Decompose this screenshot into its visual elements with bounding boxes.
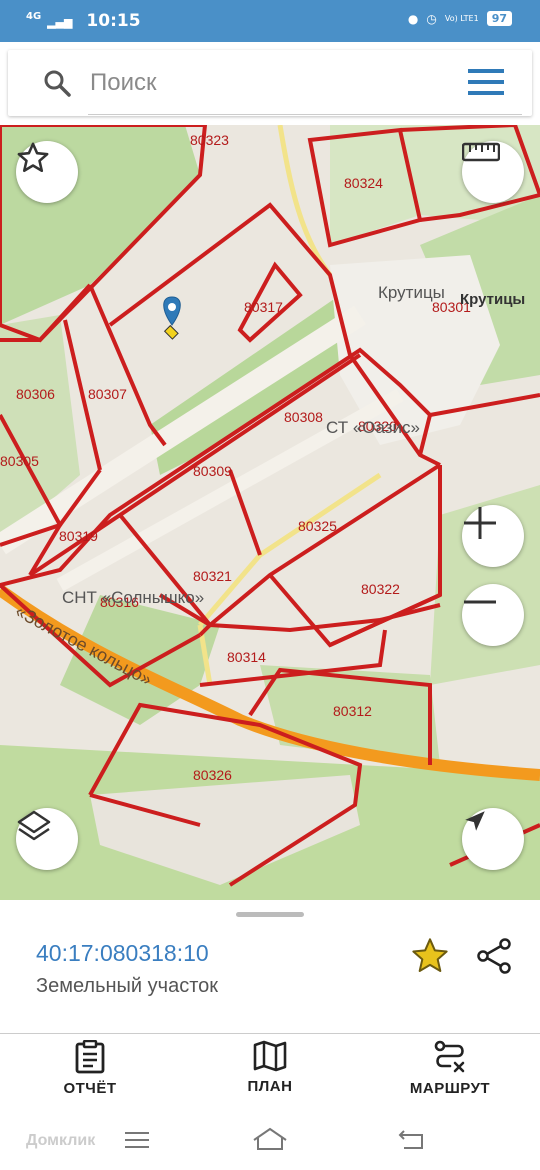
status-bar: 4G ▂▄▆ 10:15 ● ◷ Vo) LTE1 97	[0, 0, 540, 42]
map-view[interactable]: 80323 80324 80317 80301 80306 80307 8030…	[0, 125, 540, 900]
ruler-icon	[462, 142, 500, 162]
network-indicator: 4G	[26, 11, 42, 22]
parcel-label[interactable]: 80317	[244, 299, 283, 315]
parcel-label[interactable]: 80312	[333, 703, 372, 719]
parcel-label[interactable]: 80307	[88, 386, 127, 402]
share-icon[interactable]	[474, 936, 514, 976]
my-location-button[interactable]	[462, 808, 524, 870]
plus-icon	[464, 507, 496, 539]
menu-icon[interactable]	[468, 68, 504, 96]
map-canvas[interactable]: 80323 80324 80317 80301 80306 80307 8030…	[0, 125, 540, 900]
parcel-label[interactable]: 80325	[298, 518, 337, 534]
parcel-label[interactable]: 80306	[16, 386, 55, 402]
place-label: СНТ «Солнышко»	[62, 588, 204, 607]
route-button[interactable]: МАРШРУТ	[385, 1040, 515, 1097]
recent-apps-icon[interactable]	[124, 1130, 150, 1150]
parcel-label[interactable]: 80319	[59, 528, 98, 544]
parcel-label[interactable]: 80326	[193, 767, 232, 783]
plan-button[interactable]: ПЛАН	[205, 1040, 335, 1095]
route-icon	[434, 1040, 465, 1073]
plan-label: ПЛАН	[247, 1078, 293, 1095]
route-label: МАРШРУТ	[409, 1080, 491, 1097]
place-label: СТ «Оазис»	[326, 418, 420, 437]
battery-indicator: 97	[486, 11, 512, 26]
parcel-label[interactable]: 80322	[361, 581, 400, 597]
star-filled-icon[interactable]	[410, 936, 450, 976]
parcel-label[interactable]: 80324	[344, 175, 383, 191]
volte-indicator: Vo) LTE1	[444, 14, 479, 23]
parcel-label[interactable]: 80309	[193, 463, 232, 479]
status-left: 4G ▂▄▆ 10:15	[26, 11, 141, 31]
search-input[interactable]	[88, 62, 462, 104]
report-button[interactable]: ОТЧЁТ	[25, 1040, 155, 1097]
place-label: Крутицы	[460, 291, 525, 308]
search-underline	[88, 114, 522, 115]
place-label: Крутицы	[378, 283, 445, 302]
signal-icon: ▂▄▆	[47, 16, 73, 29]
parcel-type: Земельный участок	[36, 975, 219, 997]
search-icon[interactable]	[42, 68, 72, 98]
location-icon: ●	[407, 11, 419, 26]
clipboard-icon	[75, 1040, 105, 1074]
layers-icon	[17, 810, 51, 841]
alarm-icon: ◷	[426, 11, 437, 26]
star-outline-icon	[17, 142, 49, 173]
layers-button[interactable]	[16, 808, 78, 870]
parcel-label[interactable]: 80321	[193, 568, 232, 584]
minus-icon	[464, 600, 496, 604]
search-bar	[8, 50, 532, 116]
parcel-label[interactable]: 80305	[0, 453, 39, 469]
parcel-label[interactable]: 80314	[227, 649, 266, 665]
map-icon	[253, 1040, 287, 1072]
parcel-label[interactable]: 80323	[190, 132, 229, 148]
zoom-out-button[interactable]	[462, 584, 524, 646]
status-right: ● ◷ Vo) LTE1 97	[408, 11, 512, 26]
clock: 10:15	[86, 11, 141, 31]
watermark: Домклик	[26, 1132, 96, 1149]
cadastral-number: 40:17:080318:10	[36, 940, 209, 966]
home-icon[interactable]	[252, 1126, 288, 1152]
parcel-label[interactable]: 80308	[284, 409, 323, 425]
zoom-in-button[interactable]	[462, 505, 524, 567]
sheet-handle[interactable]	[236, 912, 304, 917]
system-nav-bar: Домклик	[0, 1118, 540, 1170]
sheet-divider	[0, 1033, 540, 1034]
report-label: ОТЧЁТ	[63, 1080, 117, 1097]
navigation-arrow-icon	[465, 811, 485, 831]
favorites-button[interactable]	[16, 141, 78, 203]
back-icon[interactable]	[398, 1128, 426, 1150]
ruler-button[interactable]	[462, 141, 524, 203]
